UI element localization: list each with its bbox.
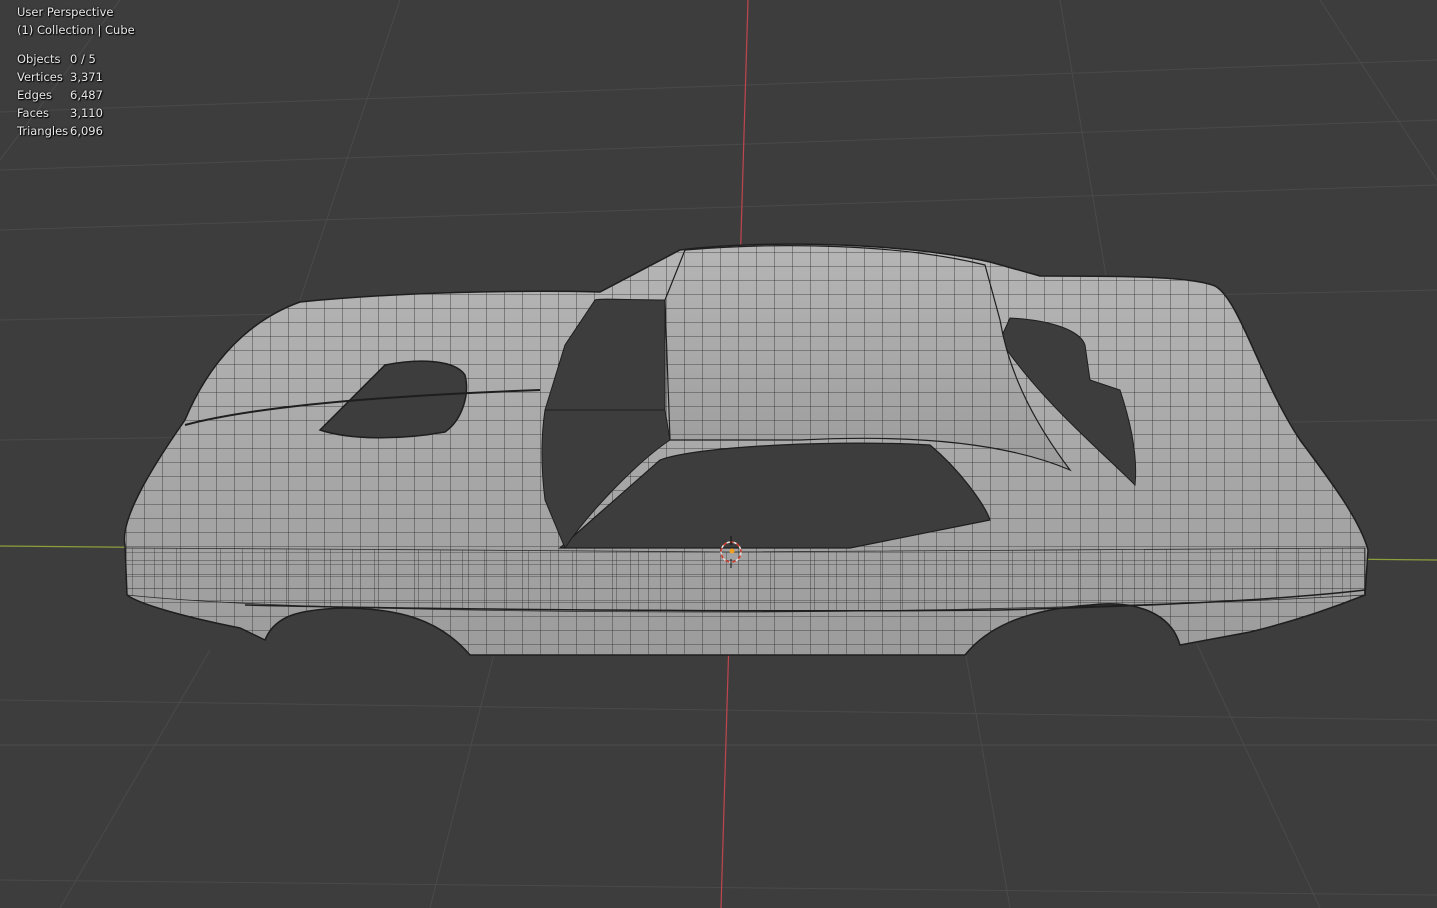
- origin-dot-icon: [729, 548, 735, 554]
- 3d-viewport[interactable]: [0, 0, 1437, 908]
- car-body-mesh[interactable]: [123, 243, 1369, 656]
